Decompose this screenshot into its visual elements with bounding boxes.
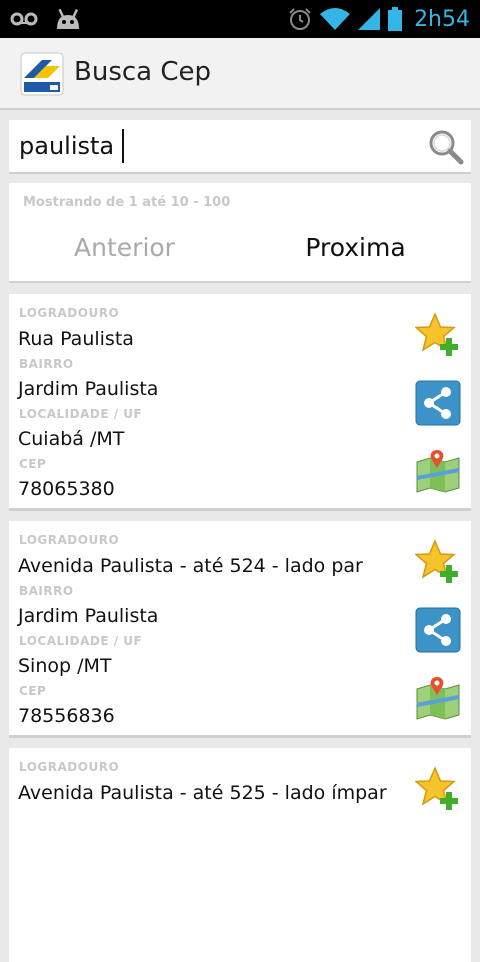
voicemail-icon — [10, 12, 38, 26]
bairro-label: BAIRRO — [19, 584, 74, 598]
localidade-label: LOCALIDADE / UF — [19, 407, 143, 421]
app-logo-icon[interactable] — [20, 52, 64, 96]
bairro-value: Jardim Paulista — [18, 605, 159, 627]
cep-label: CEP — [19, 684, 47, 698]
result-card: LOGRADOURO Rua Paulista BAIRRO Jardim Pa… — [9, 294, 471, 508]
logradouro-value: Rua Paulista — [18, 328, 134, 350]
cep-value: 78065380 — [18, 478, 115, 500]
share-icon[interactable] — [415, 380, 461, 426]
logradouro-label: LOGRADOURO — [19, 306, 120, 320]
android-debug-icon — [57, 8, 79, 29]
search-icon[interactable] — [427, 128, 465, 166]
add-favorite-star-icon[interactable] — [415, 766, 461, 812]
signal-icon — [358, 8, 381, 30]
search-input[interactable] — [19, 126, 409, 166]
next-button[interactable]: Proxima — [240, 233, 471, 262]
bairro-value: Jardim Paulista — [18, 378, 159, 400]
result-card: LOGRADOURO Avenida Paulista - até 524 - … — [9, 521, 471, 735]
search-bar — [9, 120, 471, 172]
cep-label: CEP — [19, 457, 47, 471]
status-time: 2h54 — [414, 6, 470, 32]
status-left — [10, 6, 82, 32]
share-icon[interactable] — [415, 607, 461, 653]
status-right: 2h54 — [288, 0, 470, 38]
previous-button[interactable]: Anterior — [9, 233, 240, 262]
pager-info: Mostrando de 1 até 10 - 100 — [23, 195, 231, 210]
add-favorite-star-icon[interactable] — [415, 539, 461, 585]
cep-value: 78556836 — [18, 705, 115, 727]
add-favorite-star-icon[interactable] — [415, 312, 461, 358]
localidade-label: LOCALIDADE / UF — [19, 634, 143, 648]
battery-icon — [388, 7, 403, 31]
action-bar: Busca Cep — [0, 38, 480, 110]
status-bar: 2h54 — [0, 0, 480, 38]
logradouro-label: LOGRADOURO — [19, 760, 120, 774]
text-cursor — [122, 129, 124, 163]
wifi-icon — [320, 8, 351, 30]
localidade-value: Cuiabá /MT — [18, 428, 125, 450]
result-card: LOGRADOURO Avenida Paulista - até 525 - … — [9, 748, 471, 962]
app-title: Busca Cep — [74, 57, 212, 87]
logradouro-value: Avenida Paulista - até 525 - lado ímpar — [18, 782, 387, 804]
map-icon[interactable] — [415, 448, 461, 494]
logradouro-label: LOGRADOURO — [19, 533, 120, 547]
pager: Mostrando de 1 até 10 - 100 Anterior Pro… — [9, 183, 471, 281]
bairro-label: BAIRRO — [19, 357, 74, 371]
localidade-value: Sinop /MT — [18, 655, 112, 677]
map-icon[interactable] — [415, 675, 461, 721]
logradouro-value: Avenida Paulista - até 524 - lado par — [18, 555, 363, 577]
alarm-icon — [289, 8, 311, 30]
